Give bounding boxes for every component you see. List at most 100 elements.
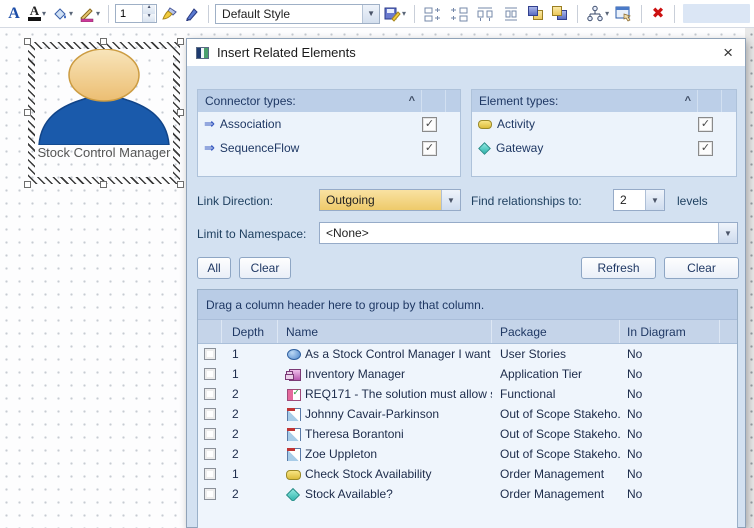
font-icon: A	[8, 5, 20, 23]
insert-related-elements-dialog: Insert Related Elements × Connector type…	[186, 38, 746, 528]
chevron-down-icon[interactable]: ▼	[645, 190, 664, 210]
connector-label: Association	[220, 117, 281, 131]
gateway-checkbox[interactable]: ✓	[698, 141, 713, 156]
row-checkbox[interactable]	[204, 488, 216, 500]
table-row[interactable]: 1 As a Stock Control Manager I want to .…	[198, 344, 737, 364]
pen-button[interactable]	[182, 3, 202, 25]
in-diagram-cell: No	[620, 487, 720, 501]
collapse-chevron-icon[interactable]: ^	[679, 95, 697, 107]
clear-selection-button[interactable]: Clear	[239, 257, 291, 279]
resize-handle[interactable]	[100, 38, 107, 45]
element-row-activity[interactable]: Activity ✓	[472, 112, 736, 136]
line-width-input[interactable]	[116, 5, 142, 22]
row-checkbox[interactable]	[204, 408, 216, 420]
row-checkbox[interactable]	[204, 368, 216, 380]
levels-combo[interactable]: 2 ▼	[613, 189, 665, 211]
space-vertical-button[interactable]	[499, 3, 523, 25]
fill-bucket-icon	[52, 6, 68, 22]
align-right-icon	[449, 5, 469, 23]
align-right-button[interactable]	[447, 3, 471, 25]
resize-handle[interactable]	[177, 38, 184, 45]
table-row[interactable]: 2 REQ171 - The solution must allow stoc.…	[198, 384, 737, 404]
depth-column-header[interactable]: Depth	[222, 320, 278, 343]
resize-handle[interactable]	[100, 181, 107, 188]
delete-button[interactable]: ✖	[648, 3, 668, 25]
properties-button[interactable]	[613, 3, 635, 25]
association-arrow-icon: ⇒	[204, 116, 215, 132]
chevron-down-icon: ▾	[69, 9, 73, 18]
chevron-down-icon[interactable]: ▼	[362, 5, 379, 23]
link-direction-combo[interactable]: Outgoing ▼	[319, 189, 461, 211]
style-combo[interactable]: Default Style ▼	[215, 4, 380, 24]
space-horizontal-button[interactable]	[473, 3, 497, 25]
collapse-chevron-icon[interactable]: ^	[403, 95, 421, 107]
connector-types-header[interactable]: Connector types: ^	[198, 90, 460, 112]
chevron-down-icon[interactable]: ▼	[441, 190, 460, 210]
stakeholder-icon	[286, 408, 300, 420]
fill-color-button[interactable]: ▾	[50, 3, 75, 25]
all-button[interactable]: All	[197, 257, 231, 279]
line-width-stepper[interactable]: ▲▼	[115, 4, 157, 23]
delete-x-icon: ✖	[652, 6, 665, 21]
refresh-button[interactable]: Refresh	[581, 257, 656, 279]
paintbrush-button[interactable]	[159, 3, 180, 25]
bring-to-front-button[interactable]	[525, 3, 547, 25]
sequenceflow-checkbox[interactable]: ✓	[422, 141, 437, 156]
name-column-header[interactable]: Name	[278, 320, 492, 343]
resize-handle[interactable]	[177, 181, 184, 188]
resize-handle[interactable]	[24, 109, 31, 116]
stepper-down-icon[interactable]: ▼	[143, 14, 155, 23]
toolbar-separator	[208, 5, 209, 23]
row-checkbox[interactable]	[204, 428, 216, 440]
depth-cell: 2	[222, 427, 278, 441]
results-table: Drag a column header here to group by th…	[197, 289, 738, 528]
table-row[interactable]: 2 Stock Available? Order Management No	[198, 484, 737, 504]
chevron-down-icon[interactable]: ▼	[718, 223, 737, 243]
package-column-header[interactable]: Package	[492, 320, 620, 343]
table-row[interactable]: 2 Zoe Uppleton Out of Scope Stakeho... N…	[198, 444, 737, 464]
insert-related-elements-button[interactable]: ▾	[584, 3, 611, 25]
activity-checkbox[interactable]: ✓	[698, 117, 713, 132]
depth-cell: 1	[222, 467, 278, 481]
font-button[interactable]: A	[4, 3, 24, 25]
close-icon[interactable]: ×	[720, 45, 736, 61]
association-checkbox[interactable]: ✓	[422, 117, 437, 132]
package-cell: Out of Scope Stakeho...	[492, 407, 620, 421]
row-checkbox[interactable]	[204, 448, 216, 460]
table-row[interactable]: 1 Check Stock Availability Order Managem…	[198, 464, 737, 484]
save-style-button[interactable]: ▾	[382, 3, 408, 25]
namespace-combo[interactable]: <None> ▼	[319, 222, 738, 244]
table-row[interactable]: 1 Inventory Manager Application Tier No	[198, 364, 737, 384]
connector-types-title: Connector types:	[205, 94, 403, 108]
canvas-right-margin	[745, 28, 754, 528]
name-cell: Stock Available?	[305, 487, 393, 501]
element-types-header[interactable]: Element types: ^	[472, 90, 736, 112]
in-diagram-column-header[interactable]: In Diagram	[620, 320, 720, 343]
font-color-button[interactable]: A ▾	[26, 3, 48, 25]
element-row-gateway[interactable]: Gateway ✓	[472, 136, 736, 160]
activity-icon	[286, 468, 300, 480]
dialog-title-bar[interactable]: Insert Related Elements ×	[187, 39, 745, 66]
resize-handle[interactable]	[177, 109, 184, 116]
toolbar-separator	[108, 5, 109, 23]
actor-element-stock-control-manager[interactable]: Stock Control Manager	[28, 42, 180, 184]
checkbox-column-header[interactable]	[198, 320, 222, 343]
send-to-back-button[interactable]	[549, 3, 571, 25]
group-by-drop-zone[interactable]: Drag a column header here to group by th…	[198, 290, 737, 320]
clear-results-button[interactable]: Clear	[664, 257, 739, 279]
table-row[interactable]: 2 Johnny Cavair-Parkinson Out of Scope S…	[198, 404, 737, 424]
row-checkbox[interactable]	[204, 348, 216, 360]
row-checkbox[interactable]	[204, 388, 216, 400]
in-diagram-cell: No	[620, 447, 720, 461]
connector-row-sequenceflow[interactable]: ⇒ SequenceFlow ✓	[198, 136, 460, 160]
row-checkbox[interactable]	[204, 468, 216, 480]
connector-row-association[interactable]: ⇒ Association ✓	[198, 112, 460, 136]
align-left-button[interactable]	[421, 3, 445, 25]
resize-handle[interactable]	[24, 181, 31, 188]
depth-cell: 2	[222, 387, 278, 401]
stepper-arrows[interactable]: ▲▼	[142, 5, 155, 22]
pen-icon	[184, 6, 200, 22]
table-row[interactable]: 2 Theresa Borantoni Out of Scope Stakeho…	[198, 424, 737, 444]
resize-handle[interactable]	[24, 38, 31, 45]
line-color-button[interactable]: ▾	[77, 3, 102, 25]
